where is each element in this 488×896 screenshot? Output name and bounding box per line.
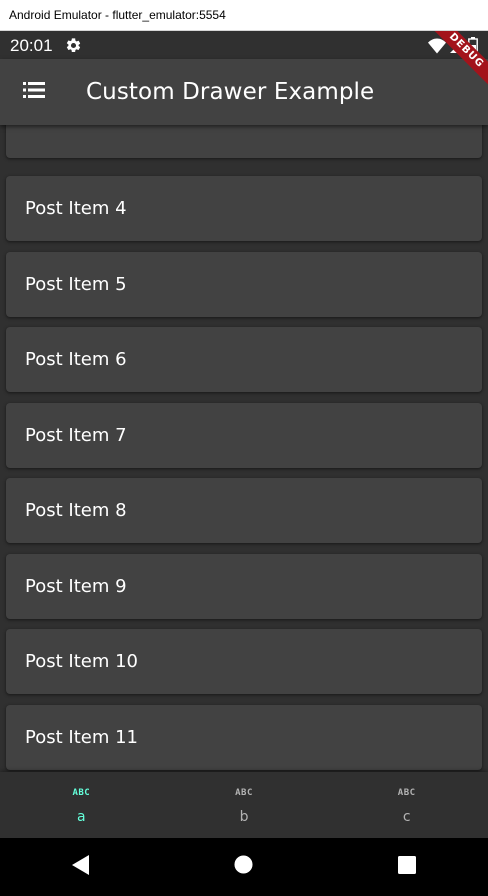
app-bar: Custom Drawer Example: [0, 59, 488, 125]
bottom-navigation-bar: ABC a ABC b ABC c: [0, 772, 488, 838]
bottom-nav-label: c: [402, 809, 411, 825]
menu-list-icon: [23, 81, 45, 103]
post-card-label: Post Item 4: [25, 198, 127, 219]
system-navigation-bar: [0, 838, 488, 896]
home-button[interactable]: [224, 847, 264, 887]
post-card[interactable]: Post Item 7: [6, 403, 482, 468]
abc-icon: ABC: [72, 788, 91, 798]
bottom-nav-label: a: [77, 809, 86, 825]
settings-gear-icon: [65, 37, 82, 54]
page-title: Custom Drawer Example: [86, 79, 375, 105]
post-card-label: Post Item 5: [25, 274, 127, 295]
status-bar: 20:01: [0, 31, 488, 59]
bottom-nav-label: b: [239, 809, 249, 825]
window-title: Android Emulator - flutter_emulator:5554: [9, 8, 226, 22]
post-card-label: Post Item 11: [25, 727, 138, 748]
overview-square-icon: [397, 855, 416, 879]
window-titlebar: Android Emulator - flutter_emulator:5554: [0, 0, 488, 31]
post-card-label: Post Item 10: [25, 651, 138, 672]
post-card-label: Post Item 8: [25, 500, 127, 521]
drawer-menu-button[interactable]: [14, 74, 54, 110]
post-card[interactable]: Post Item 5: [6, 252, 482, 317]
post-card[interactable]: Post Item 10: [6, 629, 482, 694]
post-card-label: Post Item 9: [25, 576, 127, 597]
abc-icon: ABC: [235, 788, 253, 798]
post-card-label: Post Item 7: [25, 425, 127, 446]
post-card-label: Post Item 6: [25, 349, 127, 370]
post-card[interactable]: Post Item 9: [6, 554, 482, 619]
post-card[interactable]: Post Item 6: [6, 327, 482, 392]
device-screen: 20:01 Custom Drawer Example DEBUG Post I…: [0, 31, 488, 896]
bottom-nav-item-b[interactable]: ABC b: [163, 772, 326, 838]
post-list[interactable]: Post Item 4 Post Item 5 Post Item 6 Post…: [0, 125, 488, 772]
home-circle-icon: [234, 855, 254, 879]
post-card[interactable]: Post Item 8: [6, 478, 482, 543]
post-card-partial-top[interactable]: [6, 125, 482, 158]
bottom-nav-item-a[interactable]: ABC a: [0, 772, 163, 838]
status-time: 20:01: [10, 36, 53, 55]
overview-button[interactable]: [387, 847, 427, 887]
abc-icon: ABC: [397, 788, 416, 798]
post-card[interactable]: Post Item 4: [6, 176, 482, 241]
wifi-icon: [428, 38, 446, 59]
back-button[interactable]: [61, 847, 101, 887]
bottom-nav-item-c[interactable]: ABC c: [325, 772, 488, 838]
back-triangle-icon: [71, 854, 91, 880]
post-card[interactable]: Post Item 11: [6, 705, 482, 770]
